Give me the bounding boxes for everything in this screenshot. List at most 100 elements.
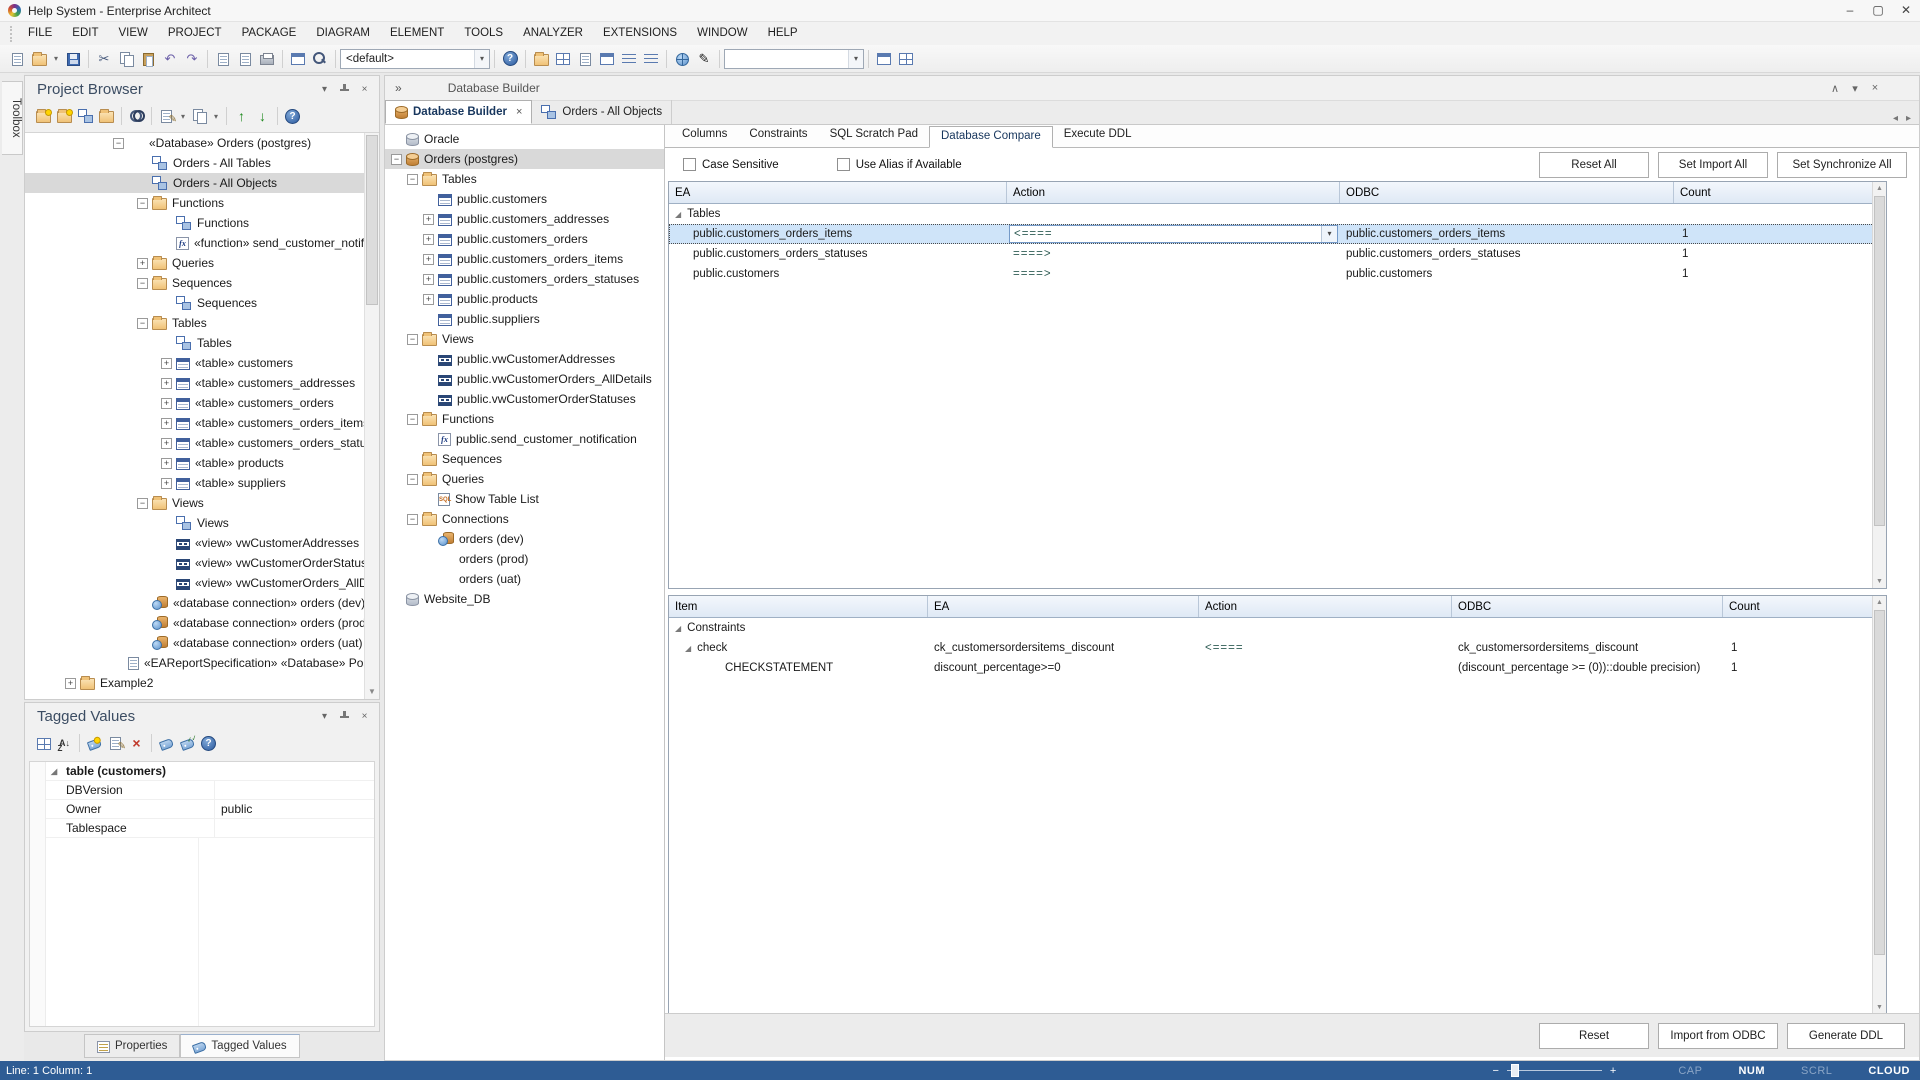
menu-view[interactable]: VIEW [109, 22, 158, 45]
menu-help[interactable]: HELP [758, 22, 808, 45]
column-header-odbc[interactable]: ODBC [1340, 182, 1674, 203]
scrollbar-thumb[interactable] [1874, 196, 1885, 526]
pin-icon[interactable] [336, 708, 353, 725]
zoom-in-icon[interactable]: + [1610, 1065, 1616, 1077]
scrollbar[interactable]: ▲ ▼ [1872, 182, 1886, 588]
globe-button[interactable] [671, 48, 693, 70]
tree-item[interactable]: −«Database» Orders (postgres) [25, 133, 379, 153]
package-button[interactable] [530, 48, 552, 70]
import-button[interactable] [234, 48, 256, 70]
group-row-tables[interactable]: ◢ Tables [669, 204, 1886, 224]
tree-item[interactable]: +«table» customers_orders [25, 393, 379, 413]
tree-item[interactable]: +«table» customers_orders_statuses [25, 433, 379, 453]
scrollbar-down-icon[interactable]: ▼ [1873, 575, 1886, 588]
export-button[interactable] [212, 48, 234, 70]
diagram-image-button[interactable] [287, 48, 309, 70]
expand-icon[interactable]: + [423, 214, 434, 225]
chevron-down-icon[interactable]: ▾ [1321, 226, 1337, 242]
edit-button[interactable] [156, 106, 177, 127]
menu-analyzer[interactable]: ANALYZER [513, 22, 593, 45]
expand-icon[interactable]: + [161, 398, 172, 409]
detail-row[interactable]: CHECKSTATEMENTdiscount_percentage>=0(dis… [669, 658, 1886, 678]
new-document-button[interactable] [6, 48, 28, 70]
expand-icon[interactable]: + [161, 438, 172, 449]
column-header-odbc[interactable]: ODBC [1452, 596, 1723, 617]
collapse-triangle-icon[interactable]: ◢ [685, 644, 691, 653]
scroll-right-icon[interactable]: ▸ [1906, 113, 1911, 124]
tree-item[interactable]: Tables [25, 333, 379, 353]
tree-item[interactable]: +«table» suppliers [25, 473, 379, 493]
tab-constraints[interactable]: Constraints [738, 125, 818, 147]
tree-item[interactable]: +«table» customers_orders_items [25, 413, 379, 433]
detail-row[interactable]: ◢checkck_customersordersitems_discount<=… [669, 638, 1886, 658]
set-import-all-button[interactable]: Set Import All [1658, 152, 1768, 178]
tree-item[interactable]: Views [25, 513, 379, 533]
tree-item[interactable]: public.send_customer_notification [385, 429, 664, 449]
menu-element[interactable]: ELEMENT [380, 22, 454, 45]
collapse-triangle-icon[interactable]: ◢ [675, 210, 681, 219]
compare-row[interactable]: public.customers_orders_statuses====>pub… [669, 244, 1886, 264]
help-button[interactable] [282, 106, 303, 127]
close-icon[interactable]: ✕ [1892, 0, 1920, 21]
scrollbar[interactable]: ▼ [364, 133, 379, 699]
expand-icon[interactable]: + [137, 258, 148, 269]
tab-tagged-values[interactable]: Tagged Values [180, 1034, 299, 1058]
tree-item[interactable]: −Functions [25, 193, 379, 213]
expand-icon[interactable]: + [161, 478, 172, 489]
arrow-up-button[interactable]: ↑ [231, 106, 252, 127]
grid-view-button[interactable] [33, 733, 54, 754]
list-button[interactable] [640, 48, 662, 70]
tree-item[interactable]: Orders - All Tables [25, 153, 379, 173]
tree-item[interactable]: «view» vwCustomerAddresses [25, 533, 379, 553]
tree-item[interactable]: −Tables [385, 169, 664, 189]
column-header-count[interactable]: Count [1674, 182, 1874, 203]
scrollbar-thumb[interactable] [366, 135, 378, 305]
window-grid-button[interactable] [895, 48, 917, 70]
collapse-triangle-icon[interactable]: ◢ [51, 767, 57, 776]
tree-item[interactable]: −Views [25, 493, 379, 513]
az-sort-button[interactable] [54, 733, 75, 754]
tree-item[interactable]: Sequences [25, 293, 379, 313]
tab-columns[interactable]: Columns [671, 125, 738, 147]
tree-item[interactable]: +public.customers_orders [385, 229, 664, 249]
import-from-odbc-button[interactable]: Import from ODBC [1658, 1023, 1778, 1049]
menu-diagram[interactable]: DIAGRAM [306, 22, 380, 45]
close-icon[interactable]: × [356, 708, 373, 725]
doc-tab-database-builder[interactable]: Database Builder× [385, 100, 532, 124]
menu-project[interactable]: PROJECT [158, 22, 232, 45]
tab-execute-ddl[interactable]: Execute DDL [1053, 125, 1143, 147]
menu-tools[interactable]: TOOLS [454, 22, 513, 45]
document-button[interactable] [574, 48, 596, 70]
tree-item[interactable]: public.vwCustomerAddresses [385, 349, 664, 369]
tree-item[interactable]: −Queries [385, 469, 664, 489]
tree-item[interactable]: «database connection» orders (prod) [25, 613, 379, 633]
tagged-value-row[interactable]: DBVersion [46, 781, 374, 800]
expand-icon[interactable]: + [161, 358, 172, 369]
tree-item[interactable]: orders (uat) [385, 569, 664, 589]
close-icon[interactable]: × [1865, 82, 1885, 95]
tab-database-compare[interactable]: Database Compare [929, 126, 1053, 148]
collapse-icon[interactable]: − [391, 154, 402, 165]
dropdown-caret-icon[interactable]: ▾ [54, 54, 58, 63]
reset-all-button[interactable]: Reset All [1539, 152, 1649, 178]
chevron-down-icon[interactable]: ▾ [848, 50, 863, 68]
expand-icon[interactable]: + [423, 234, 434, 245]
arrow-down-button[interactable]: ↓ [252, 106, 273, 127]
search-combobox[interactable]: ▾ [724, 49, 864, 69]
column-header-action[interactable]: Action [1007, 182, 1340, 203]
checkbox-case-sensitive[interactable]: Case Sensitive [683, 158, 779, 171]
binoculars-button[interactable] [126, 106, 147, 127]
menu-edit[interactable]: EDIT [62, 22, 108, 45]
group-row-constraints[interactable]: ◢ Constraints [669, 618, 1886, 638]
tagged-values-group-row[interactable]: ◢ table (customers) [46, 762, 374, 781]
open-project-button[interactable] [28, 48, 50, 70]
tree-item[interactable]: +«table» products [25, 453, 379, 473]
dropdown-caret[interactable]: ▾ [177, 106, 189, 127]
menu-window[interactable]: WINDOW [687, 22, 757, 45]
tree-item[interactable]: orders (prod) [385, 549, 664, 569]
tree-item[interactable]: +public.customers_addresses [385, 209, 664, 229]
column-header-item[interactable]: Item [669, 596, 928, 617]
minimize-icon[interactable]: – [1836, 0, 1864, 21]
new-diagram-button[interactable] [75, 106, 96, 127]
expand-icon[interactable]: + [423, 274, 434, 285]
